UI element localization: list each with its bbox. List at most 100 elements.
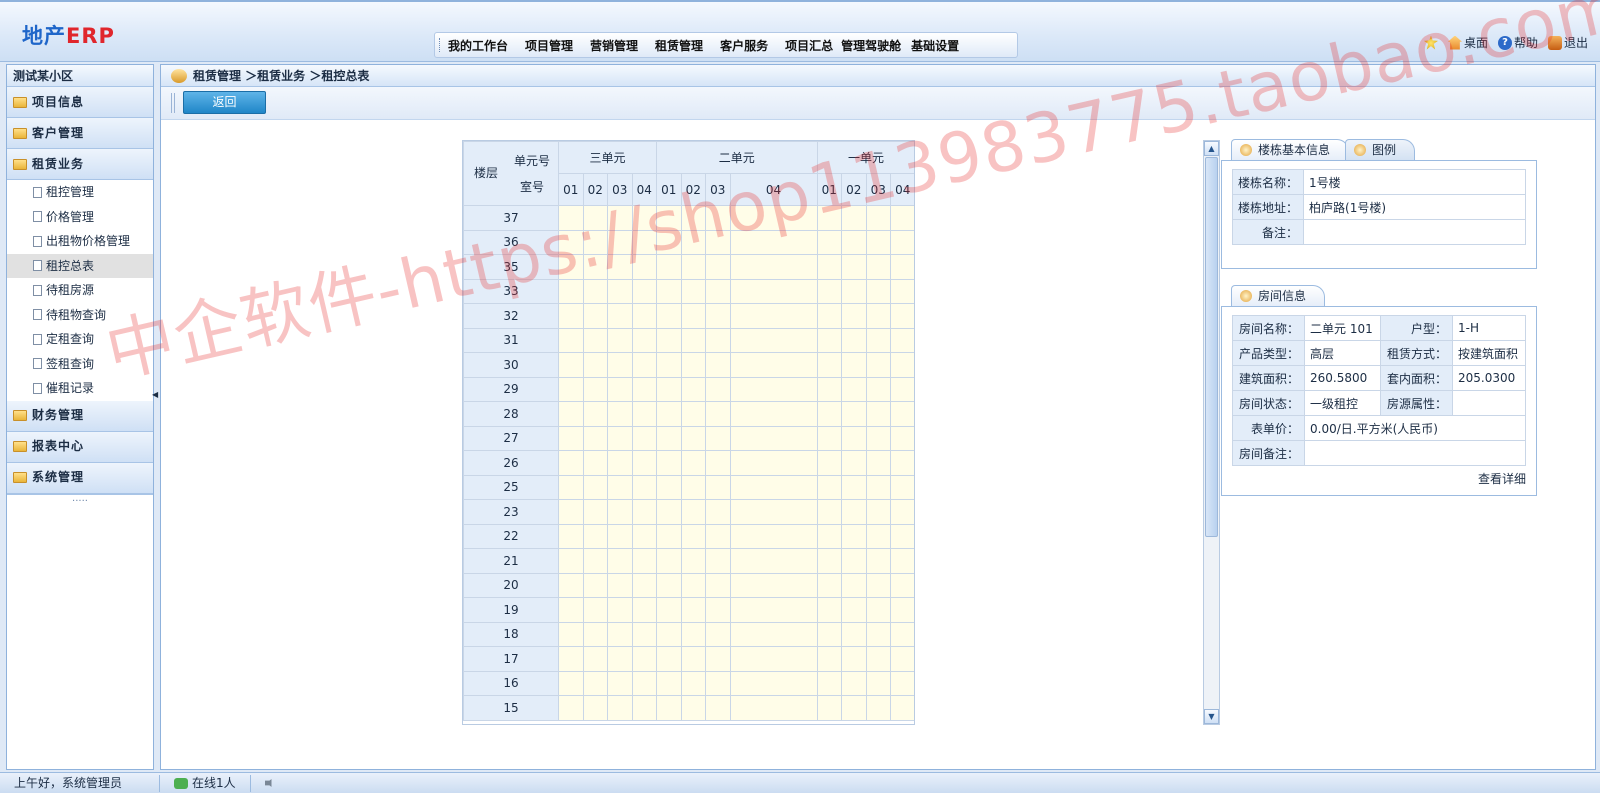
room-cell[interactable] xyxy=(841,450,867,476)
room-cell[interactable] xyxy=(558,474,584,500)
room-cell[interactable] xyxy=(841,278,867,304)
room-cell[interactable] xyxy=(582,205,608,231)
room-cell[interactable] xyxy=(705,499,731,525)
room-cell[interactable] xyxy=(841,523,867,549)
room-cell[interactable] xyxy=(631,425,658,451)
room-cell[interactable] xyxy=(729,254,818,280)
room-cell[interactable] xyxy=(729,229,818,255)
room-cell[interactable] xyxy=(656,205,682,231)
room-cell[interactable] xyxy=(705,572,731,598)
tab-legend[interactable]: 图例 xyxy=(1345,139,1416,160)
room-cell[interactable] xyxy=(729,376,818,402)
room-cell[interactable] xyxy=(816,597,843,623)
room-cell[interactable] xyxy=(582,548,608,574)
room-cell[interactable] xyxy=(558,670,584,696)
room-cell[interactable] xyxy=(582,450,608,476)
room-cell[interactable] xyxy=(631,474,658,500)
room-cell[interactable] xyxy=(656,670,682,696)
room-cell[interactable] xyxy=(631,205,658,231)
room-cell[interactable] xyxy=(607,670,633,696)
room-cell[interactable] xyxy=(558,352,584,378)
room-cell[interactable] xyxy=(841,303,867,329)
room-cell[interactable] xyxy=(890,523,914,549)
room-cell[interactable] xyxy=(729,621,818,647)
sidebar-group-finance[interactable]: 财务管理 xyxy=(7,400,153,432)
room-cell[interactable] xyxy=(890,205,914,231)
room-cell[interactable] xyxy=(607,205,633,231)
exit-link[interactable]: 退出 xyxy=(1547,34,1588,51)
room-cell[interactable] xyxy=(705,352,731,378)
room-cell[interactable] xyxy=(656,621,682,647)
room-cell[interactable] xyxy=(680,229,707,255)
room-cell[interactable] xyxy=(865,695,892,721)
room-cell[interactable] xyxy=(890,548,914,574)
sidebar-item-price[interactable]: 价格管理 xyxy=(7,205,153,230)
room-cell[interactable] xyxy=(582,572,608,598)
room-cell[interactable] xyxy=(890,425,914,451)
room-cell[interactable] xyxy=(816,229,843,255)
room-cell[interactable] xyxy=(656,646,682,672)
room-cell[interactable] xyxy=(705,621,731,647)
room-cell[interactable] xyxy=(890,646,914,672)
sidebar-item-rental-price[interactable]: 出租物价格管理 xyxy=(7,229,153,254)
room-cell[interactable] xyxy=(865,523,892,549)
room-cell[interactable] xyxy=(865,229,892,255)
room-cell[interactable] xyxy=(680,646,707,672)
room-cell[interactable] xyxy=(680,572,707,598)
room-cell[interactable] xyxy=(705,278,731,304)
room-cell[interactable] xyxy=(841,327,867,353)
room-cell[interactable] xyxy=(631,499,658,525)
room-cell[interactable] xyxy=(890,572,914,598)
room-cell[interactable] xyxy=(607,376,633,402)
room-cell[interactable] xyxy=(865,572,892,598)
room-cell[interactable] xyxy=(680,523,707,549)
room-cell[interactable] xyxy=(816,303,843,329)
room-cell[interactable] xyxy=(558,572,584,598)
room-cell[interactable] xyxy=(865,327,892,353)
room-cell[interactable] xyxy=(865,474,892,500)
room-cell[interactable] xyxy=(865,205,892,231)
room-cell[interactable] xyxy=(582,646,608,672)
room-cell[interactable] xyxy=(582,278,608,304)
room-cell[interactable] xyxy=(816,425,843,451)
room-cell[interactable] xyxy=(705,229,731,255)
room-cell[interactable] xyxy=(729,327,818,353)
room-cell[interactable] xyxy=(865,670,892,696)
room-cell[interactable] xyxy=(680,425,707,451)
sound-section[interactable] xyxy=(251,775,295,792)
nav-summary[interactable]: 项目汇总 xyxy=(785,37,833,54)
room-cell[interactable] xyxy=(680,548,707,574)
sidebar-item-sign-query[interactable]: 签租查询 xyxy=(7,352,153,377)
sidebar-item-available-units[interactable]: 待租房源 xyxy=(7,278,153,303)
room-cell[interactable] xyxy=(816,572,843,598)
room-cell[interactable] xyxy=(705,523,731,549)
room-cell[interactable] xyxy=(865,450,892,476)
room-cell[interactable] xyxy=(841,474,867,500)
room-cell[interactable] xyxy=(631,548,658,574)
room-cell[interactable] xyxy=(607,499,633,525)
room-cell[interactable] xyxy=(607,327,633,353)
room-cell[interactable] xyxy=(890,327,914,353)
room-cell[interactable] xyxy=(680,254,707,280)
room-cell[interactable] xyxy=(558,327,584,353)
room-cell[interactable] xyxy=(582,597,608,623)
room-cell[interactable] xyxy=(680,352,707,378)
room-cell[interactable] xyxy=(890,352,914,378)
room-cell[interactable] xyxy=(631,597,658,623)
room-cell[interactable] xyxy=(890,474,914,500)
room-cell[interactable] xyxy=(582,327,608,353)
tab-building-info[interactable]: 楼栋基本信息 xyxy=(1231,139,1350,160)
room-cell[interactable] xyxy=(729,572,818,598)
room-cell[interactable] xyxy=(841,205,867,231)
room-cell[interactable] xyxy=(841,352,867,378)
sidebar-group-reports[interactable]: 报表中心 xyxy=(7,431,153,463)
room-cell[interactable] xyxy=(705,474,731,500)
room-cell[interactable] xyxy=(656,254,682,280)
room-cell[interactable] xyxy=(558,376,584,402)
room-cell[interactable] xyxy=(631,621,658,647)
room-cell[interactable] xyxy=(558,621,584,647)
scrollbar-thumb[interactable] xyxy=(1205,157,1218,537)
room-cell[interactable] xyxy=(729,450,818,476)
room-cell[interactable] xyxy=(841,376,867,402)
room-cell[interactable] xyxy=(705,425,731,451)
